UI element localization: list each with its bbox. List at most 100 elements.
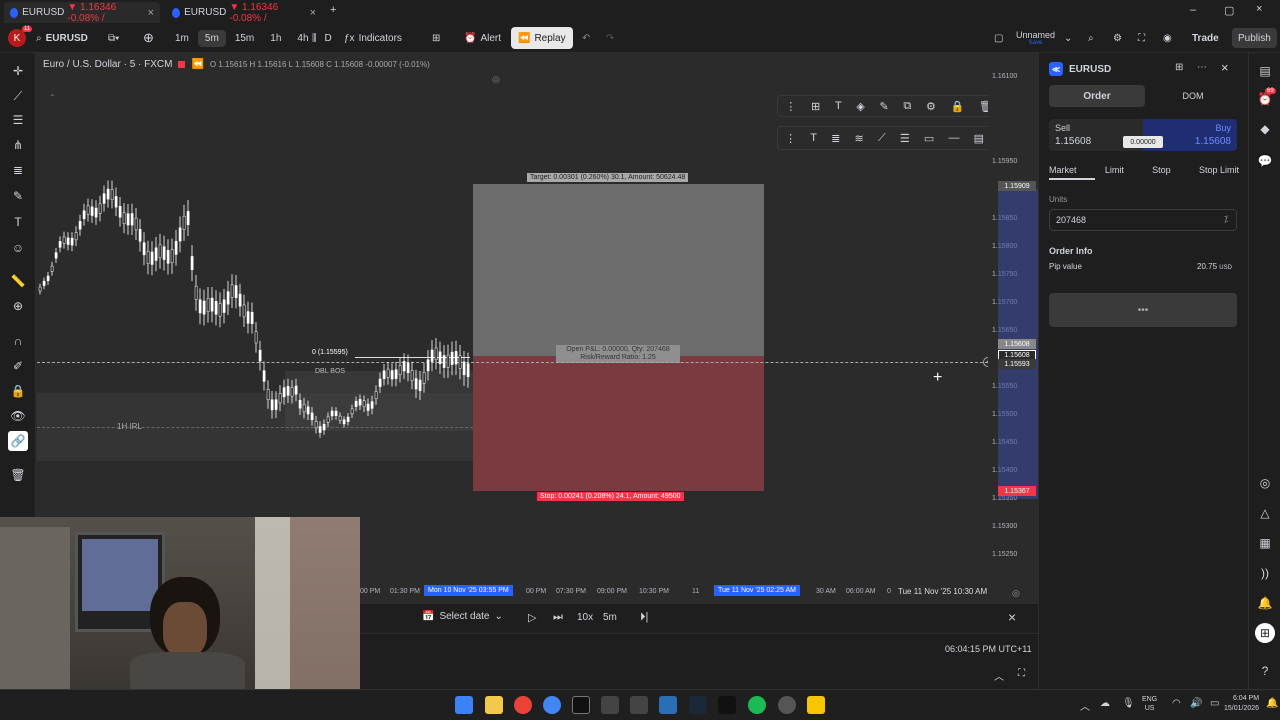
chevron-down-icon[interactable]: ⌄: [1064, 23, 1072, 53]
broadcast-icon[interactable]: )): [1255, 563, 1275, 583]
chrome-profile-icon[interactable]: [543, 696, 561, 714]
photos-icon[interactable]: [659, 696, 677, 714]
triangle-icon[interactable]: △: [1255, 503, 1275, 523]
publish-button[interactable]: Publish: [1232, 28, 1277, 48]
fill-icon[interactable]: ◈: [856, 100, 864, 113]
quick-search-icon[interactable]: ⌕: [1088, 23, 1094, 53]
interval-15m[interactable]: 15m: [228, 30, 261, 47]
add-symbol-icon[interactable]: ⊕: [143, 23, 154, 53]
lock-icon[interactable]: 🔒: [8, 381, 28, 401]
compare-icon[interactable]: ⧉▾: [108, 23, 119, 53]
parallel-channel-icon[interactable]: ☰: [900, 132, 910, 145]
symbol-search[interactable]: ⌕ EURUSD: [36, 23, 88, 53]
trade-button[interactable]: Trade: [1192, 23, 1219, 53]
interval-d[interactable]: D: [318, 30, 339, 47]
redo-icon[interactable]: ↷: [606, 23, 614, 53]
chart-pane[interactable]: Euro / U.S. Dollar · 5 · FXCM ⏪ O 1.1561…: [37, 53, 1038, 583]
browser-tab-2[interactable]: EURUSD ▼ 1.16346 -0.08% / ×: [166, 2, 322, 24]
drag-handle-icon[interactable]: ⋮: [785, 100, 796, 113]
cloud-icon[interactable]: ☁: [1100, 698, 1110, 709]
axis-settings-icon[interactable]: ◎: [1012, 588, 1020, 599]
target-zone[interactable]: [473, 184, 764, 356]
order-type-stop[interactable]: Stop: [1152, 165, 1171, 175]
minimize-icon[interactable]: –: [1190, 4, 1196, 16]
calendar-icon[interactable]: ▦: [1255, 533, 1275, 553]
order-type-limit[interactable]: Limit: [1105, 165, 1124, 175]
browser-tab-1[interactable]: EURUSD ▼ 1.16346 -0.08% / ×: [4, 2, 160, 24]
crosshair-icon[interactable]: ✛: [8, 61, 28, 81]
close-replay-icon[interactable]: ×: [1008, 609, 1016, 625]
play-icon[interactable]: ▷: [528, 611, 536, 624]
chrome-icon[interactable]: [514, 696, 532, 714]
drag-handle-icon[interactable]: ⋮: [785, 132, 796, 145]
chevron-up-icon[interactable]: ︿: [1080, 698, 1090, 713]
settings-icon[interactable]: ⚙: [926, 100, 936, 113]
text-tool-icon[interactable]: T: [810, 132, 817, 144]
watchlist-icon[interactable]: ▤: [1255, 61, 1275, 81]
maximize-icon[interactable]: ▢: [1224, 4, 1234, 17]
tab-dom[interactable]: DOM: [1145, 85, 1241, 107]
target-icon[interactable]: ◎: [1255, 473, 1275, 493]
fib-extension-icon[interactable]: ≋: [855, 132, 864, 145]
rectangle-icon[interactable]: ▭: [924, 132, 934, 145]
fib-icon[interactable]: ≣: [8, 160, 28, 180]
undo-icon[interactable]: ↶: [582, 23, 590, 53]
apps-icon[interactable]: ⊞: [1255, 623, 1275, 643]
chart-icon[interactable]: ⧉: [903, 100, 911, 113]
tradingview-icon[interactable]: [572, 696, 590, 714]
text-icon[interactable]: T: [8, 212, 28, 232]
chat-icon[interactable]: 💬: [1255, 151, 1275, 171]
interval-1m[interactable]: 1m: [168, 30, 196, 47]
brush-icon[interactable]: ✎: [8, 186, 28, 206]
pitchfork-icon[interactable]: ⋔: [8, 135, 28, 155]
horizontal-line-icon[interactable]: —: [948, 132, 959, 144]
layout-name[interactable]: Unnamed Save: [1016, 23, 1055, 53]
jump-to-realtime-icon[interactable]: ⏵|: [640, 611, 648, 624]
time-axis[interactable]: 00 PM 01:30 PM Mon 10 Nov '25 03:55 PM 0…: [360, 583, 988, 603]
layout-icon[interactable]: ▢: [994, 23, 1003, 53]
clock[interactable]: 6:04 PM 15/01/2026: [1224, 694, 1259, 714]
file-explorer-icon[interactable]: [485, 696, 503, 714]
new-tab-icon[interactable]: +: [330, 4, 336, 16]
order-type-market[interactable]: Market: [1049, 165, 1077, 175]
avatar[interactable]: K 11: [8, 23, 33, 53]
lock-icon[interactable]: 🔒: [951, 100, 965, 113]
callout-icon[interactable]: ▤: [974, 132, 984, 145]
wifi-icon[interactable]: ◠: [1172, 698, 1181, 709]
color-icon[interactable]: ✎: [880, 100, 889, 113]
fullscreen-icon[interactable]: ⛶: [1138, 23, 1145, 53]
trash-icon[interactable]: 🗑: [8, 465, 28, 485]
interval-1h[interactable]: 1h: [263, 30, 288, 47]
volume-icon[interactable]: 🔊: [1190, 698, 1202, 709]
battery-icon[interactable]: ▭: [1210, 698, 1219, 709]
steam-icon[interactable]: [689, 696, 707, 714]
eye-icon[interactable]: 👁: [8, 406, 28, 426]
notion-icon[interactable]: [601, 696, 619, 714]
smiley-icon[interactable]: ☺: [8, 238, 28, 258]
replay-interval[interactable]: 5m: [603, 612, 617, 623]
eye-hidden-icon[interactable]: ◎: [492, 74, 500, 85]
price-axis[interactable]: 1.16100 1.15950 1.15850 1.15800 1.15750 …: [988, 53, 1038, 583]
sticky-notes-icon[interactable]: [807, 696, 825, 714]
submit-order-button[interactable]: •••: [1049, 293, 1237, 327]
capcut-icon[interactable]: [718, 696, 736, 714]
units-input[interactable]: 207468 ⁒: [1049, 209, 1237, 231]
gear-icon[interactable]: ⚙: [1113, 23, 1122, 53]
zoom-icon[interactable]: ⊕: [8, 296, 28, 316]
spotify-icon[interactable]: [748, 696, 766, 714]
notifications-icon[interactable]: 🔔: [1266, 698, 1278, 709]
stop-zone[interactable]: [473, 356, 764, 491]
notion-calendar-icon[interactable]: [630, 696, 648, 714]
template-icon[interactable]: ⊞: [811, 100, 820, 113]
more-icon[interactable]: ⋯: [1197, 62, 1207, 73]
horizontal-lines-icon[interactable]: ☰: [8, 110, 28, 130]
trend-line-icon[interactable]: ⟋: [8, 86, 28, 106]
step-forward-icon[interactable]: ⏭: [553, 611, 563, 624]
select-date-button[interactable]: 📅 Select date ⌄: [422, 611, 503, 622]
chevron-up-icon[interactable]: ︿: [994, 668, 1004, 683]
pencil-lock-icon[interactable]: ✐: [8, 356, 28, 376]
alert-button[interactable]: ⏰ Alert: [464, 23, 501, 53]
close-tab-icon[interactable]: ×: [310, 7, 316, 19]
replay-speed[interactable]: 10x: [577, 612, 593, 623]
language-indicator[interactable]: ENG US: [1142, 695, 1157, 713]
